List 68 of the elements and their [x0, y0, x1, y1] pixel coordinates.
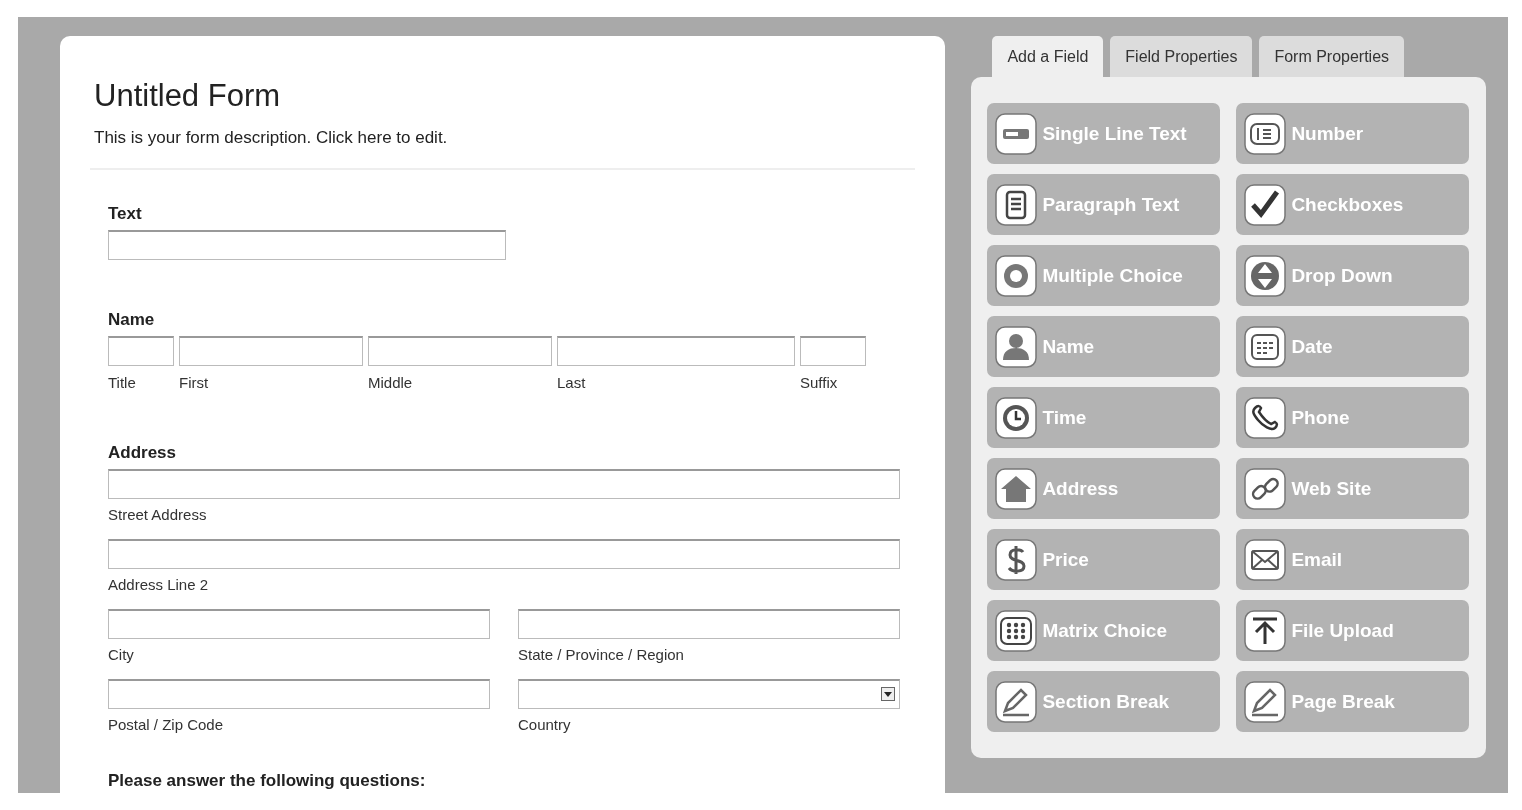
add-field-button[interactable]: Address: [987, 458, 1221, 519]
add-field-button[interactable]: Paragraph Text: [987, 174, 1221, 235]
country-select[interactable]: [518, 679, 900, 709]
add-field-button[interactable]: Time: [987, 387, 1221, 448]
sub-label: Address Line 2: [108, 576, 210, 593]
paragraph-icon: [995, 183, 1038, 226]
address-input[interactable]: [518, 609, 900, 639]
phone-icon: [1244, 396, 1287, 439]
sub-label: Last: [557, 374, 587, 391]
sub-label: Middle: [368, 374, 414, 391]
name-input[interactable]: [179, 336, 363, 366]
add-field-button[interactable]: Matrix Choice: [987, 600, 1221, 661]
add-field-button[interactable]: Section Break: [987, 671, 1221, 732]
number-icon: [1244, 112, 1287, 155]
add-field-button[interactable]: File Upload: [1236, 600, 1470, 661]
add-field-button[interactable]: Date: [1236, 316, 1470, 377]
name-input[interactable]: [800, 336, 866, 366]
sub-label: Street Address: [108, 506, 208, 523]
grid-icon: [995, 609, 1038, 652]
tab[interactable]: Add a Field: [992, 36, 1104, 77]
radio-icon: [995, 254, 1038, 297]
caret-icon: [881, 687, 895, 701]
sub-label: First: [179, 374, 210, 391]
sub-label: State / Province / Region: [518, 646, 685, 663]
person-icon: [995, 325, 1038, 368]
name-input[interactable]: [368, 336, 552, 366]
pencil-icon: [995, 680, 1038, 723]
field-label: Text: [108, 204, 143, 224]
add-field-button[interactable]: Web Site: [1236, 458, 1470, 519]
name-input[interactable]: [108, 336, 174, 366]
address-input[interactable]: [108, 679, 490, 709]
field-label: Address: [108, 443, 178, 463]
dollar-icon: [995, 538, 1038, 581]
check-icon: [1244, 183, 1287, 226]
updown-icon: [1244, 254, 1287, 297]
section-heading: Please answer the following questions:: [107, 771, 427, 791]
sub-label: Country: [518, 716, 572, 733]
field-label: Name: [108, 310, 156, 330]
add-field-button[interactable]: Email: [1236, 529, 1470, 590]
address-input[interactable]: [108, 539, 900, 569]
sub-label: Suffix: [800, 374, 839, 391]
address-input[interactable]: [108, 469, 900, 499]
add-field-button[interactable]: Name: [987, 316, 1221, 377]
sub-label: Title: [108, 374, 137, 391]
form-description[interactable]: This is your form description. Click here to edit.: [94, 128, 912, 148]
add-field-button[interactable]: Price: [987, 529, 1221, 590]
add-field-button[interactable]: Drop Down: [1236, 245, 1470, 306]
add-field-button[interactable]: Phone: [1236, 387, 1470, 448]
upload-icon: [1244, 609, 1287, 652]
house-icon: [995, 467, 1038, 510]
pencil-icon: [1244, 680, 1287, 723]
link-icon: [1244, 467, 1287, 510]
add-field-button[interactable]: Multiple Choice: [987, 245, 1221, 306]
tab[interactable]: Form Properties: [1259, 36, 1405, 77]
tab[interactable]: Field Properties: [1110, 36, 1253, 77]
add-field-button[interactable]: Number: [1236, 103, 1470, 164]
form-title: Untitled Form: [94, 78, 282, 114]
add-field-button[interactable]: Page Break: [1236, 671, 1470, 732]
add-field-button[interactable]: Checkboxes: [1236, 174, 1470, 235]
add-field-button[interactable]: Single Line Text: [987, 103, 1221, 164]
address-input[interactable]: [108, 609, 490, 639]
sub-label: City: [108, 646, 135, 663]
sub-label: Postal / Zip Code: [108, 716, 225, 733]
calendar-icon: [1244, 325, 1287, 368]
name-input[interactable]: [557, 336, 795, 366]
clock-icon: [995, 396, 1038, 439]
envelope-icon: [1244, 538, 1287, 581]
text-input[interactable]: [108, 230, 506, 260]
